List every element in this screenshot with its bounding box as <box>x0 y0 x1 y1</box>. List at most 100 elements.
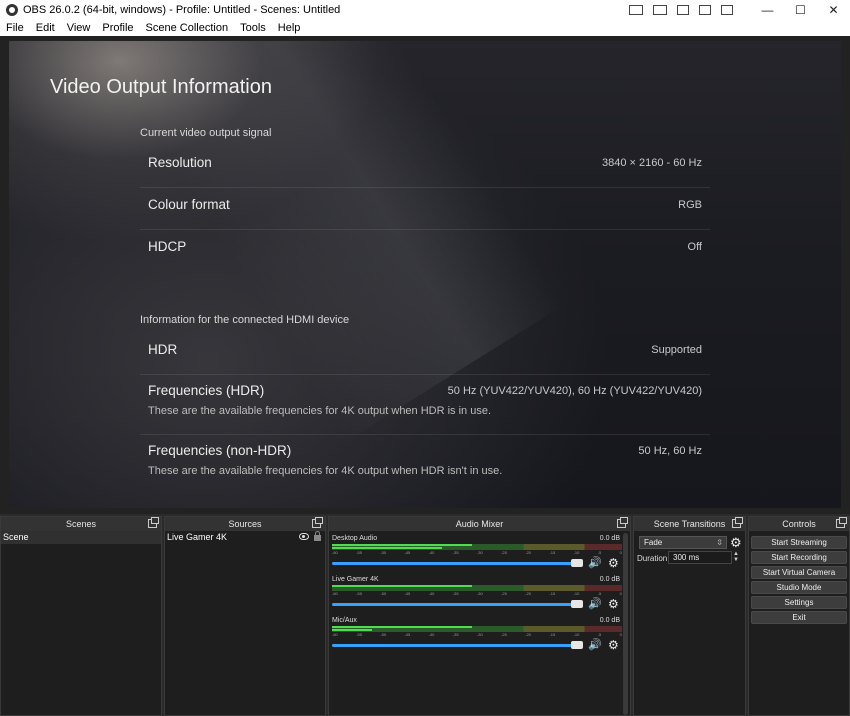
settings-button[interactable]: Settings <box>751 596 847 609</box>
undock-icon[interactable] <box>836 517 847 528</box>
section-hdmi-device: Information for the connected HDMI devic… <box>140 314 350 326</box>
lock-icon[interactable] <box>314 531 321 541</box>
row-value: Off <box>687 241 702 253</box>
minimize-button[interactable]: — <box>751 0 784 20</box>
duration-input[interactable]: 300 ms <box>668 551 732 564</box>
scenes-dock-title: Scenes <box>65 519 97 529</box>
gear-icon[interactable]: ⚙ <box>608 639 620 651</box>
volume-slider-handle[interactable] <box>571 641 583 649</box>
menu-help[interactable]: Help <box>272 22 307 34</box>
speaker-icon[interactable]: 🔊 <box>588 557 602 569</box>
info-row-colour-format: Colour format RGB <box>140 197 710 230</box>
maximize-button[interactable]: ☐ <box>784 0 817 20</box>
audio-mixer-dock-title: Audio Mixer <box>455 519 504 529</box>
menu-file[interactable]: File <box>0 22 30 34</box>
source-list-item[interactable]: Live Gamer 4K <box>165 531 325 544</box>
scenes-dock-header: Scenes <box>1 517 161 531</box>
row-description: These are the available frequencies for … <box>148 465 503 477</box>
gear-icon[interactable]: ⚙ <box>730 535 742 551</box>
row-value: 3840 × 2160 - 60 Hz <box>602 157 702 169</box>
row-value: 50 Hz (YUV422/YUV420), 60 Hz (YUV422/YUV… <box>447 385 702 397</box>
sources-dock-header: Sources <box>165 517 325 531</box>
window-title: OBS 26.0.2 (64-bit, windows) - Profile: … <box>23 4 341 16</box>
scenes-dock: Scenes Scene <box>0 516 162 716</box>
menu-edit[interactable]: Edit <box>30 22 61 34</box>
row-value: 50 Hz, 60 Hz <box>638 445 702 457</box>
close-button[interactable]: ✕ <box>817 0 850 20</box>
scene-transitions-dock-title: Scene Transitions <box>653 519 726 529</box>
window-layout-icon[interactable] <box>653 5 667 15</box>
gear-icon[interactable]: ⚙ <box>608 598 620 610</box>
source-name: Live Gamer 4K <box>167 532 228 542</box>
mixer-channel-mic-aux: Mic/Aux 0.0 dB -60 -55 -50 -45 -40 -35 -30 -25-… <box>332 617 622 657</box>
scene-transitions-dock: Scene Transitions Fade ⚙ Duration 300 ms… <box>633 516 746 716</box>
dock-area: Scenes Scene Sources Live Gamer 4K Audio… <box>0 514 850 716</box>
info-row-resolution: Resolution 3840 × 2160 - 60 Hz <box>140 155 710 188</box>
meter-ticks: -60 -55 -50 -45 -40 -35 -30 -25 -20 -15 -10 -5 0 <box>332 550 622 555</box>
channel-db: 0.0 dB <box>599 617 620 624</box>
mixer-channel-live-gamer: Live Gamer 4K 0.0 dB -60 -55 -50 -45 -40 -35-… <box>332 576 622 616</box>
start-streaming-button[interactable]: Start Streaming <box>751 536 847 549</box>
menu-tools[interactable]: Tools <box>234 22 272 34</box>
menu-view[interactable]: View <box>61 22 97 34</box>
obs-logo-icon <box>6 4 18 16</box>
row-label: HDR <box>148 342 178 357</box>
title-bar: OBS 26.0.2 (64-bit, windows) - Profile: … <box>0 0 850 20</box>
channel-db: 0.0 dB <box>599 576 620 583</box>
volume-slider-track[interactable] <box>332 644 578 647</box>
menu-profile[interactable]: Profile <box>96 22 139 34</box>
meter-ticks: -60 -55 -50 -45 -40 -35 -30 -25 -20 -15 -10 -5 0 <box>332 591 622 596</box>
undock-icon[interactable] <box>312 517 323 528</box>
meter-ticks: -60 -55 -50 -45 -40 -35 -30 -25 -20 -15 -10 -5 0 <box>332 632 622 637</box>
mixer-scrollbar[interactable] <box>623 533 628 715</box>
undock-icon[interactable] <box>732 517 743 528</box>
dock-layout-icon[interactable] <box>629 5 643 15</box>
channel-name: Live Gamer 4K <box>332 576 379 583</box>
duration-label: Duration <box>637 554 668 563</box>
row-label: Colour format <box>148 197 230 212</box>
row-value: RGB <box>678 199 702 211</box>
controls-dock: Controls Start Streaming Start Recording… <box>748 516 850 716</box>
duration-spinner[interactable]: ▲ ▼ <box>732 551 740 564</box>
sources-dock-title: Sources <box>228 519 262 529</box>
speaker-icon[interactable]: 🔊 <box>588 639 602 651</box>
visibility-eye-icon[interactable] <box>299 533 309 540</box>
controls-dock-title: Controls <box>782 519 816 529</box>
volume-slider-track[interactable] <box>332 603 578 606</box>
row-value: Supported <box>651 344 702 356</box>
menu-scene-collection[interactable]: Scene Collection <box>140 22 235 34</box>
speaker-icon[interactable]: 🔊 <box>588 598 602 610</box>
row-label: Frequencies (non-HDR) <box>148 443 292 458</box>
start-virtual-camera-button[interactable]: Start Virtual Camera <box>751 566 847 579</box>
controls-dock-header: Controls <box>749 517 849 531</box>
studio-mode-button[interactable]: Studio Mode <box>751 581 847 594</box>
volume-slider-track[interactable] <box>332 562 578 565</box>
volume-slider-handle[interactable] <box>571 559 583 567</box>
scene-list-item[interactable]: Scene <box>1 531 161 544</box>
page-title: Video Output Information <box>50 76 272 98</box>
undock-icon[interactable] <box>617 517 628 528</box>
audio-mixer-dock: Audio Mixer Desktop Audio 0.0 dB -60 -55-… <box>328 516 631 716</box>
info-row-hdr: HDR Supported <box>140 342 710 375</box>
preview-area: Video Output Information Current video o… <box>0 36 850 514</box>
channel-name: Mic/Aux <box>332 617 357 624</box>
exit-button[interactable]: Exit <box>751 611 847 624</box>
screenshot-icon[interactable] <box>699 5 711 15</box>
preview-canvas[interactable]: Video Output Information Current video o… <box>9 41 841 508</box>
channel-name: Desktop Audio <box>332 535 378 542</box>
scene-transitions-dock-header: Scene Transitions <box>634 517 745 531</box>
snap-icon[interactable] <box>721 5 733 15</box>
mixer-channel-desktop-audio: Desktop Audio 0.0 dB -60 -55 -50 -45 -40 -35-… <box>332 535 622 575</box>
transition-select[interactable]: Fade <box>639 536 727 549</box>
undock-icon[interactable] <box>148 517 159 528</box>
start-recording-button[interactable]: Start Recording <box>751 551 847 564</box>
menu-bar: File Edit View Profile Scene Collection … <box>0 20 850 36</box>
audio-mixer-dock-header: Audio Mixer <box>329 517 630 531</box>
gear-icon[interactable]: ⚙ <box>608 557 620 569</box>
channel-db: 0.0 dB <box>599 535 620 542</box>
capture-icon[interactable] <box>677 5 689 15</box>
volume-slider-handle[interactable] <box>571 600 583 608</box>
section-current-signal: Current video output signal <box>140 127 272 139</box>
row-label: HDCP <box>148 239 187 254</box>
info-row-hdcp: HDCP Off <box>140 239 710 272</box>
